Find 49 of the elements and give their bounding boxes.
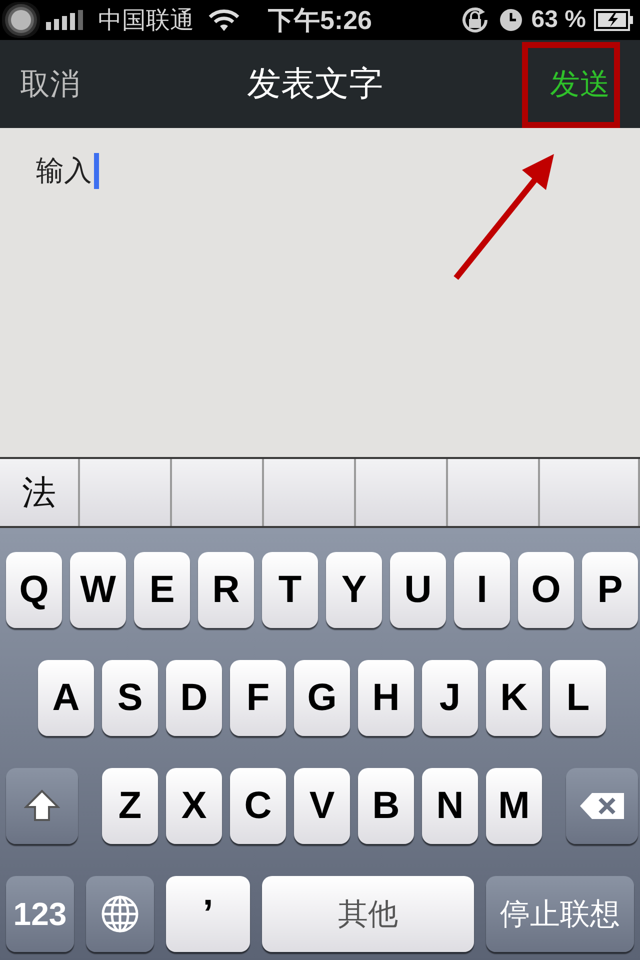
letter-key[interactable]: I [454, 552, 510, 628]
letter-key[interactable]: G [294, 660, 350, 736]
backspace-icon [578, 791, 626, 821]
shift-key[interactable] [6, 768, 78, 844]
carrier-name: 中国联通 [98, 5, 194, 36]
wifi-icon [208, 8, 240, 32]
letter-key[interactable]: R [198, 552, 254, 628]
candidate-item[interactable]: 法 [0, 459, 80, 526]
globe-key[interactable] [86, 876, 154, 952]
letter-key[interactable]: N [422, 768, 478, 844]
page-title: 发表文字 [247, 63, 383, 106]
letter-key[interactable]: O [518, 552, 574, 628]
letter-key[interactable]: C [230, 768, 286, 844]
text-input-field[interactable]: 输入 [36, 152, 99, 190]
letter-key[interactable]: W [70, 552, 126, 628]
assistive-touch-button[interactable] [2, 2, 40, 38]
letter-key[interactable]: K [486, 660, 542, 736]
battery-percent: 63 % [531, 6, 586, 34]
letter-key[interactable]: B [358, 768, 414, 844]
cancel-button[interactable]: 取消 [20, 64, 80, 104]
signal-icon [46, 10, 86, 30]
letter-key[interactable]: J [422, 660, 478, 736]
letter-key[interactable]: V [294, 768, 350, 844]
letter-key[interactable]: A [38, 660, 94, 736]
apostrophe-key[interactable]: ’ [166, 876, 250, 952]
letter-key[interactable]: Y [326, 552, 382, 628]
shift-icon [24, 789, 60, 823]
letter-key[interactable]: H [358, 660, 414, 736]
alarm-icon [499, 8, 524, 32]
send-button[interactable]: 发送 [550, 64, 610, 104]
letter-key[interactable]: X [166, 768, 222, 844]
clock-time: 下午5:26 [266, 4, 374, 36]
letter-key[interactable]: U [390, 552, 446, 628]
letter-key[interactable]: P [582, 552, 638, 628]
numbers-key[interactable]: 123 [6, 876, 74, 952]
globe-icon [100, 894, 140, 934]
letter-key[interactable]: E [134, 552, 190, 628]
letter-key[interactable]: D [166, 660, 222, 736]
letter-key[interactable]: S [102, 660, 158, 736]
letter-key[interactable]: L [550, 660, 606, 736]
letter-key[interactable]: Q [6, 552, 62, 628]
letter-key[interactable]: Z [102, 768, 158, 844]
stop-suggest-key[interactable]: 停止联想 [486, 876, 634, 952]
space-key[interactable]: 其他 [262, 876, 474, 952]
letter-key[interactable]: M [486, 768, 542, 844]
letter-key[interactable]: T [262, 552, 318, 628]
battery-icon [594, 9, 634, 31]
letter-key[interactable]: F [230, 660, 286, 736]
delete-key[interactable] [566, 768, 638, 844]
